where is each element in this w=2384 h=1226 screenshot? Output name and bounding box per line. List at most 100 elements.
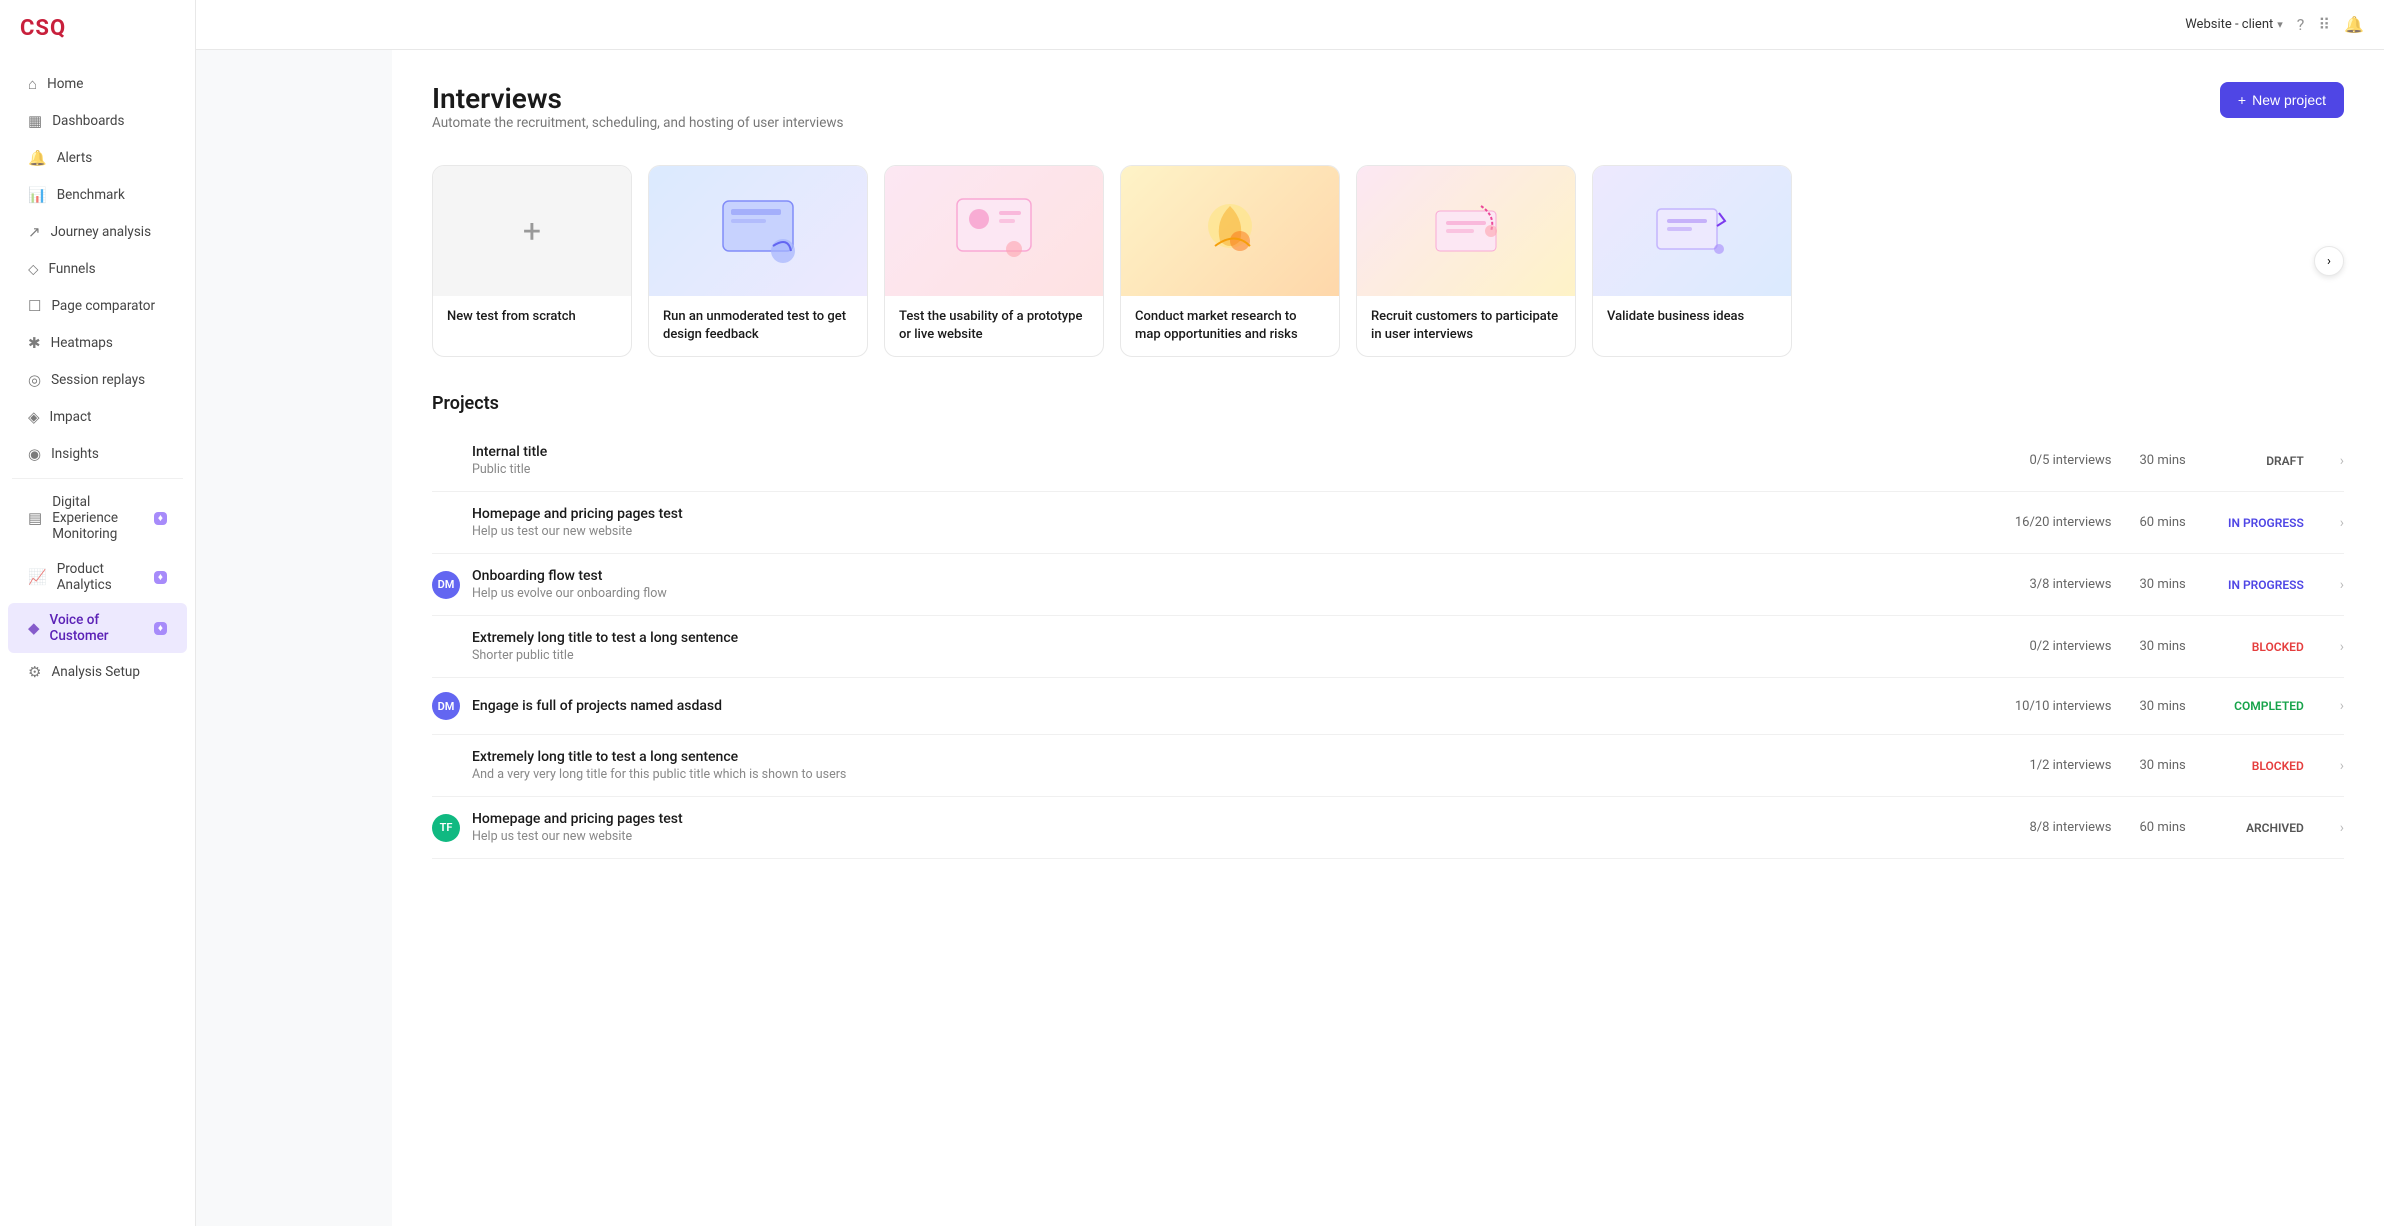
interviews-count: 0/2 interviews — [2029, 639, 2111, 654]
project-info: Extremely long title to test a long sent… — [472, 749, 2017, 782]
template-card-unmoderated[interactable]: Run an unmoderated test to get design fe… — [648, 165, 868, 357]
sidebar-item-label-funnels: Funnels — [49, 261, 96, 277]
template-card-title-new-test: New test from scratch — [447, 308, 617, 326]
funnels-icon: ⬦ — [28, 260, 39, 278]
notifications-icon[interactable]: 🔔 — [2344, 15, 2364, 34]
project-title: Onboarding flow test — [472, 568, 2017, 584]
digital-experience-icon: ▤ — [28, 509, 42, 527]
template-card-market-research[interactable]: Conduct market research to map opportuni… — [1120, 165, 1340, 357]
sidebar-item-label-heatmaps: Heatmaps — [51, 335, 113, 351]
sidebar-item-impact[interactable]: ◈Impact — [8, 399, 187, 435]
table-row[interactable]: DMEngage is full of projects named asdas… — [432, 678, 2344, 735]
interviews-count: 1/2 interviews — [2029, 758, 2111, 773]
interviews-count: 10/10 interviews — [2015, 699, 2112, 714]
sidebar-item-funnels[interactable]: ⬦ Funnels — [8, 251, 187, 287]
template-card-title-usability: Test the usability of a prototype or liv… — [899, 308, 1089, 344]
sidebar-item-journey-analysis[interactable]: ↗Journey analysis — [8, 214, 187, 250]
project-title: Extremely long title to test a long sent… — [472, 630, 2017, 646]
project-duration: 30 mins — [2139, 453, 2185, 468]
sidebar-item-label-analysis-setup: Analysis Setup — [51, 664, 139, 680]
sidebar-item-home[interactable]: ⌂Home — [8, 66, 187, 102]
scroll-right-arrow[interactable]: › — [2314, 246, 2344, 276]
project-meta: 0/2 interviews 30 mins BLOCKED › — [2029, 639, 2344, 655]
status-badge: DRAFT — [2214, 454, 2304, 468]
chevron-right-icon: › — [2340, 758, 2344, 774]
table-row[interactable]: Extremely long title to test a long sent… — [432, 735, 2344, 797]
project-subtitle: Shorter public title — [472, 648, 2017, 663]
status-badge: BLOCKED — [2214, 759, 2304, 773]
sidebar-item-label-digital-experience: Digital Experience Monitoring — [52, 494, 144, 542]
project-title: Extremely long title to test a long sent… — [472, 749, 2017, 765]
sidebar-item-label-session-replays: Session replays — [51, 372, 145, 388]
dashboards-icon: ▦ — [28, 112, 42, 130]
project-info: Homepage and pricing pages testHelp us t… — [472, 506, 2003, 539]
project-duration: 30 mins — [2139, 699, 2185, 714]
template-card-image-recruit — [1357, 166, 1575, 296]
page-title: Interviews — [432, 82, 843, 115]
table-row[interactable]: DMOnboarding flow testHelp us evolve our… — [432, 554, 2344, 616]
sidebar-item-heatmaps[interactable]: ✱Heatmaps — [8, 325, 187, 361]
project-duration: 30 mins — [2139, 758, 2185, 773]
sidebar-item-label-insights: Insights — [51, 446, 99, 462]
chevron-right-icon: › — [2340, 453, 2344, 469]
chevron-down-icon: ▾ — [2277, 18, 2283, 31]
new-project-button[interactable]: + New project — [2220, 82, 2344, 118]
sidebar-item-analysis-setup[interactable]: ⚙Analysis Setup — [8, 654, 187, 690]
sidebar-item-voice-of-customer[interactable]: ◆Voice of Customer♦ — [8, 603, 187, 653]
session-replays-icon: ◎ — [28, 371, 41, 389]
sidebar: CSQ ⌂Home ▦ Dashboards 🔔Alerts 📊 Benchmark ↗Jo… — [0, 0, 196, 1226]
project-duration: 30 mins — [2139, 639, 2185, 654]
project-meta: 16/20 interviews60 minsIN PROGRESS› — [2015, 515, 2344, 531]
template-card-image-unmoderated — [649, 166, 867, 296]
table-row[interactable]: Homepage and pricing pages testHelp us t… — [432, 492, 2344, 554]
sidebar-item-dashboards[interactable]: ▦ Dashboards — [8, 103, 187, 139]
new-project-label: New project — [2252, 92, 2326, 108]
project-meta: 10/10 interviews 30 mins COMPLETED › — [2015, 698, 2344, 714]
plus-icon: + — [2238, 92, 2246, 108]
project-meta: 1/2 interviews 30 mins BLOCKED › — [2029, 758, 2344, 774]
status-badge: COMPLETED — [2214, 699, 2304, 713]
project-info: Extremely long title to test a long sent… — [472, 630, 2017, 663]
template-card-validate[interactable]: Validate business ideas — [1592, 165, 1792, 357]
project-duration: 30 mins — [2139, 577, 2185, 592]
chevron-right-icon: › — [2340, 577, 2344, 593]
template-card-recruit[interactable]: Recruit customers to participate in user… — [1356, 165, 1576, 357]
template-card-image-market-research — [1121, 166, 1339, 296]
journey-analysis-icon: ↗ — [28, 223, 41, 241]
help-icon[interactable]: ? — [2297, 15, 2305, 34]
premium-badge: ♦ — [154, 512, 167, 525]
chevron-right-icon: › — [2340, 698, 2344, 714]
sidebar-item-label-dashboards: Dashboards — [52, 113, 124, 129]
status-badge: BLOCKED — [2214, 640, 2304, 654]
template-card-new-test[interactable]: +New test from scratch — [432, 165, 632, 357]
sidebar-item-product-analytics[interactable]: 📈Product Analytics♦ — [8, 552, 187, 602]
table-row[interactable]: Extremely long title to test a long sent… — [432, 616, 2344, 678]
voice-of-customer-icon: ◆ — [28, 619, 40, 637]
benchmark-icon: 📊 — [28, 186, 47, 204]
logo-text: CSQ — [20, 16, 66, 41]
sidebar-item-insights[interactable]: ◉ Insights — [8, 436, 187, 472]
top-bar: Website - client ▾ ? ⠿ 🔔 — [196, 0, 2384, 50]
template-card-title-recruit: Recruit customers to participate in user… — [1371, 308, 1561, 344]
templates-row: +New test from scratchRun an unmoderated… — [432, 165, 2344, 357]
chevron-right-icon: › — [2340, 639, 2344, 655]
table-row[interactable]: Internal titlePublic title0/5 interviews… — [432, 430, 2344, 492]
insights-icon: ◉ — [28, 445, 41, 463]
status-badge: IN PROGRESS — [2214, 516, 2304, 530]
page-comparator-icon: ☐ — [28, 297, 41, 315]
table-row[interactable]: TFHomepage and pricing pages testHelp us… — [432, 797, 2344, 859]
page-header: Interviews Automate the recruitment, sch… — [432, 82, 2344, 159]
template-card-usability[interactable]: Test the usability of a prototype or liv… — [884, 165, 1104, 357]
apps-grid-icon[interactable]: ⠿ — [2318, 15, 2330, 34]
status-badge: IN PROGRESS — [2214, 578, 2304, 592]
main-content: Interviews Automate the recruitment, sch… — [392, 0, 2384, 1226]
workspace-selector[interactable]: Website - client ▾ — [2185, 17, 2283, 32]
sidebar-item-label-benchmark: Benchmark — [57, 187, 125, 203]
sidebar-item-label-impact: Impact — [50, 409, 92, 425]
sidebar-item-session-replays[interactable]: ◎ Session replays — [8, 362, 187, 398]
project-title: Homepage and pricing pages test — [472, 506, 2003, 522]
sidebar-item-alerts[interactable]: 🔔Alerts — [8, 140, 187, 176]
sidebar-item-page-comparator[interactable]: ☐Page comparator — [8, 288, 187, 324]
sidebar-item-digital-experience[interactable]: ▤ Digital Experience Monitoring ♦ — [8, 485, 187, 551]
sidebar-item-benchmark[interactable]: 📊 Benchmark — [8, 177, 187, 213]
